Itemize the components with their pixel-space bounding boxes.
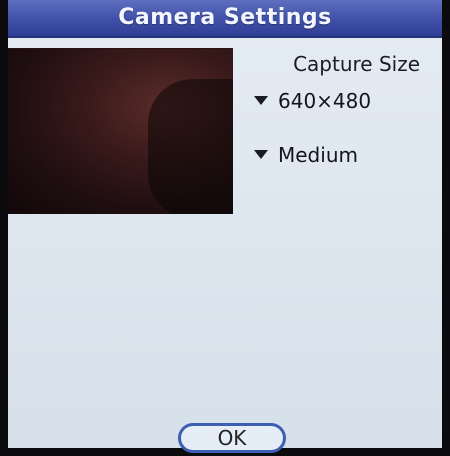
preview-shadow — [148, 79, 233, 214]
quality-value: Medium — [278, 143, 358, 167]
ok-button[interactable]: OK — [178, 423, 286, 453]
dropdown-arrow-icon — [254, 96, 268, 105]
title-bar: Camera Settings — [8, 0, 442, 38]
quality-dropdown[interactable]: Medium — [254, 140, 358, 170]
bezel-left — [0, 0, 8, 456]
dropdown-arrow-icon — [254, 150, 268, 159]
bezel-right — [442, 0, 450, 456]
capture-size-label: Capture Size — [293, 52, 420, 76]
camera-settings-screen: Camera Settings Capture Size 640×480 Med… — [0, 0, 450, 456]
capture-size-value: 640×480 — [278, 89, 372, 113]
camera-preview — [8, 48, 233, 214]
page-title: Camera Settings — [118, 5, 332, 30]
capture-size-dropdown[interactable]: 640×480 — [254, 86, 371, 116]
